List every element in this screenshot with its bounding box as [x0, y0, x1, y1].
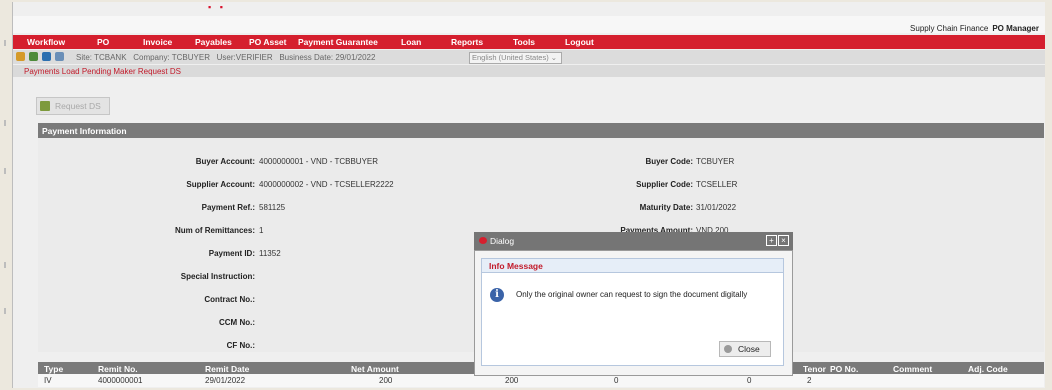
- menu-workflow[interactable]: Workflow: [27, 37, 65, 47]
- col-type[interactable]: Type: [44, 364, 63, 374]
- supplier-account-value: 4000000002 - VND - TCSELLER2222: [259, 180, 394, 189]
- col-remit-date[interactable]: Remit Date: [205, 364, 249, 374]
- export-icon[interactable]: [55, 52, 64, 61]
- document-icon[interactable]: [42, 52, 51, 61]
- brand: Supply Chain Finance PO Manager: [910, 24, 1039, 33]
- cell-value-a: 0: [614, 376, 619, 385]
- refresh-icon[interactable]: [29, 52, 38, 61]
- breadcrumb: Payments Load Pending Maker Request DS: [24, 67, 181, 76]
- maturity-date-value: 31/01/2022: [696, 203, 737, 212]
- supplier-code-value: TCSELLER: [696, 180, 738, 189]
- section-title: Payment Information: [42, 126, 127, 136]
- business-date: Business Date: 29/01/2022: [279, 53, 376, 62]
- cf-no-label: CF No.:: [226, 341, 255, 350]
- main-menu: Workflow PO Invoice Payables PO Asset Pa…: [13, 35, 1045, 49]
- contract-no-label: Contract No.:: [204, 295, 255, 304]
- info-icon: i: [490, 288, 504, 302]
- buyer-code-value: TCBUYER: [696, 157, 735, 166]
- request-ds-icon: [40, 101, 50, 111]
- payment-id-label: Payment ID:: [208, 249, 255, 258]
- cell-type: IV: [44, 376, 52, 385]
- cell-value-b: 0: [747, 376, 752, 385]
- menu-po-asset[interactable]: PO Asset: [249, 37, 286, 47]
- close-button-label: Close: [738, 344, 760, 354]
- num-remittances-value: 1: [259, 226, 264, 235]
- cell-tenor: 2: [807, 376, 812, 385]
- chevron-down-icon: ⌄: [548, 53, 558, 62]
- maturity-date-label: Maturity Date:: [639, 203, 693, 212]
- request-ds-label: Request DS: [55, 101, 101, 111]
- ccm-no-label: CCM No.:: [219, 318, 255, 327]
- menu-loan[interactable]: Loan: [401, 37, 421, 47]
- menu-logout[interactable]: Logout: [565, 37, 594, 47]
- special-instruction-label: Special Instruction:: [180, 272, 255, 281]
- site-label: Site: TCBANK: [76, 53, 127, 62]
- dialog-app-icon: [479, 237, 487, 244]
- dialog-heading-bar: Info Message: [482, 259, 783, 273]
- col-comment[interactable]: Comment: [893, 364, 932, 374]
- close-button[interactable]: Close: [719, 341, 771, 357]
- close-icon[interactable]: ×: [778, 235, 789, 246]
- menu-payment-guarantee[interactable]: Payment Guarantee: [298, 37, 378, 47]
- col-tenor[interactable]: Tenor: [803, 364, 826, 374]
- num-remittances-label: Num of Remittances:: [174, 226, 255, 235]
- language-select[interactable]: English (United States) ⌄: [469, 52, 562, 64]
- close-button-icon: [724, 345, 732, 353]
- menu-invoice[interactable]: Invoice: [143, 37, 172, 47]
- top-bar: [13, 16, 1045, 33]
- menu-reports[interactable]: Reports: [451, 37, 483, 47]
- company-label: Company: TCBUYER: [133, 53, 210, 62]
- toolbar: Site: TCBANK Company: TCBUYER User:VERIF…: [13, 50, 1045, 64]
- supplier-account-label: Supplier Account:: [186, 180, 255, 189]
- request-ds-button[interactable]: Request DS: [36, 97, 110, 115]
- dialog-body: Info Message i Only the original owner c…: [474, 250, 793, 376]
- cell-gross: 200: [505, 376, 519, 385]
- cell-remit-date: 29/01/2022: [205, 376, 246, 385]
- buyer-account-label: Buyer Account:: [195, 157, 255, 166]
- section-header: Payment Information: [38, 123, 1044, 138]
- cell-remit-no: 4000000001: [98, 376, 143, 385]
- maximize-icon[interactable]: +: [766, 235, 777, 246]
- brand-label: Supply Chain Finance: [910, 24, 989, 33]
- workflow-icon[interactable]: [16, 52, 25, 61]
- col-adj-code[interactable]: Adj. Code: [968, 364, 1008, 374]
- col-po-no[interactable]: PO No.: [830, 364, 858, 374]
- payment-ref-label: Payment Ref.:: [201, 203, 255, 212]
- col-net-amount[interactable]: Net Amount: [351, 364, 399, 374]
- dialog-title: Dialog: [490, 236, 515, 246]
- logo-mark: ▪ ▪: [208, 2, 226, 12]
- info-dialog: Dialog + × Info Message i Only the origi…: [474, 232, 793, 376]
- payment-ref-value: 581125: [259, 203, 286, 212]
- cell-net-amount: 200: [379, 376, 393, 385]
- dialog-message: Only the original owner can request to s…: [516, 290, 748, 299]
- supplier-code-label: Supplier Code:: [636, 180, 693, 189]
- site-info: Site: TCBANK Company: TCBUYER User:VERIF…: [76, 53, 375, 62]
- breadcrumb-bar: Payments Load Pending Maker Request DS: [13, 65, 1045, 77]
- menu-tools[interactable]: Tools: [513, 37, 535, 47]
- menu-payables[interactable]: Payables: [195, 37, 232, 47]
- buyer-code-label: Buyer Code:: [645, 157, 693, 166]
- dialog-heading: Info Message: [489, 261, 543, 271]
- dialog-content: Info Message i Only the original owner c…: [481, 258, 784, 366]
- dialog-title-bar[interactable]: Dialog + ×: [474, 232, 793, 250]
- col-remit-no[interactable]: Remit No.: [98, 364, 138, 374]
- menu-po[interactable]: PO: [97, 37, 109, 47]
- language-value: English (United States): [472, 53, 549, 62]
- buyer-account-value: 4000000001 - VND - TCBBUYER: [259, 157, 379, 166]
- user-label: User:VERIFIER: [216, 53, 273, 62]
- window-edge: [0, 0, 12, 390]
- brand-user: PO Manager: [992, 24, 1039, 33]
- payment-id-value: 11352: [259, 249, 281, 258]
